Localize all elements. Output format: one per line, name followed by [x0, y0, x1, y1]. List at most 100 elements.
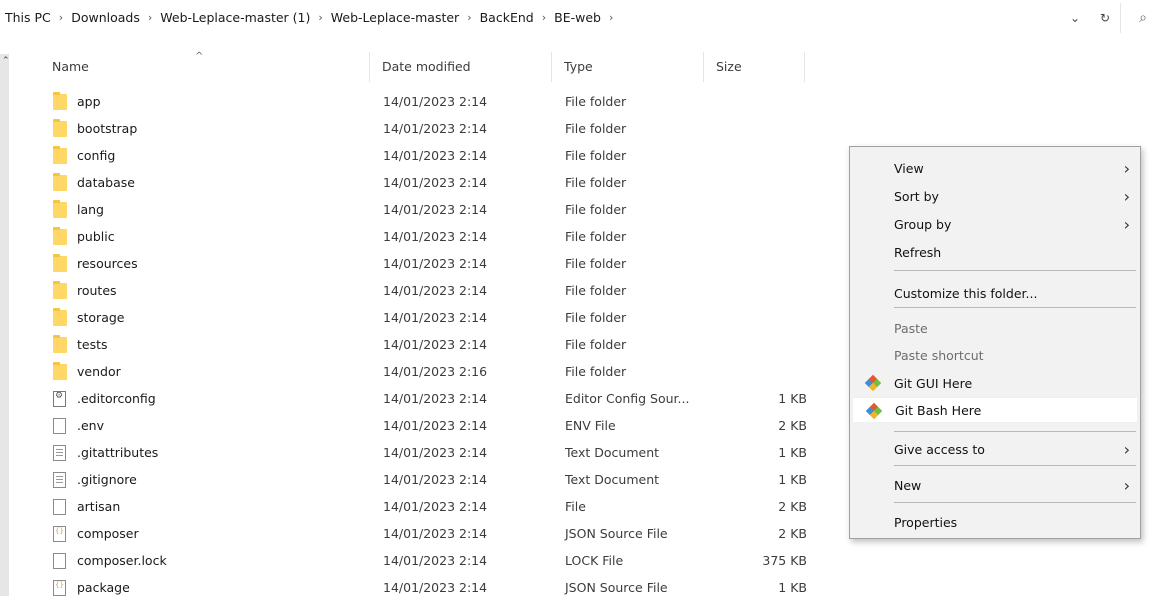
file-date: 14/01/2023 2:14 — [383, 418, 488, 433]
file-row[interactable]: composer 14/01/2023 2:14 JSON Source File 2… — [40, 520, 810, 547]
menu-item-group-by[interactable]: Group by › — [852, 211, 1138, 237]
address-bar[interactable]: This PC › Downloads › Web-Leplace-master (… — [0, 0, 1165, 40]
menu-item-paste-shortcut[interactable]: Paste shortcut — [852, 342, 1138, 368]
chevron-right-icon[interactable]: › — [604, 11, 618, 24]
file-name: .gitattributes — [77, 445, 159, 460]
breadcrumb-item[interactable]: This PC — [2, 10, 54, 25]
file-row[interactable]: routes 14/01/2023 2:14 File folder — [40, 277, 810, 304]
file-date: 14/01/2023 2:14 — [383, 310, 488, 325]
menu-item-paste[interactable]: Paste — [852, 315, 1138, 341]
collapse-arrow-icon[interactable]: ⌃ — [2, 56, 10, 66]
file-row[interactable]: tests 14/01/2023 2:14 File folder — [40, 331, 810, 358]
navigation-pane-scrollbar[interactable] — [0, 54, 9, 596]
chevron-right-icon[interactable]: › — [143, 11, 157, 24]
context-menu: View › Sort by › Group by › Refresh Customize t… — [849, 146, 1141, 539]
file-date: 14/01/2023 2:16 — [383, 364, 488, 379]
chevron-right-icon[interactable]: › — [462, 11, 476, 24]
file-row[interactable]: app 14/01/2023 2:14 File folder — [40, 88, 810, 115]
json-file-icon — [53, 525, 66, 542]
menu-item-sort-by[interactable]: Sort by › — [852, 183, 1138, 209]
address-dropdown-button[interactable]: ⌄ — [1060, 3, 1090, 33]
file-row[interactable]: composer.lock 14/01/2023 2:14 LOCK File 375… — [40, 547, 810, 574]
search-icon: ⌕ — [1139, 10, 1147, 26]
file-type: LOCK File — [565, 553, 624, 568]
file-row[interactable]: database 14/01/2023 2:14 File folder — [40, 169, 810, 196]
folder-icon — [53, 172, 67, 191]
breadcrumb-item[interactable]: Web-Leplace-master (1) — [157, 10, 313, 25]
chevron-right-icon[interactable]: › — [313, 11, 327, 24]
column-header-date[interactable]: Date modified — [370, 52, 552, 82]
file-name: database — [77, 175, 135, 190]
refresh-button[interactable]: ↻ — [1090, 3, 1120, 33]
file-row[interactable]: .env 14/01/2023 2:14 ENV File 2 KB — [40, 412, 810, 439]
file-type: File folder — [565, 337, 627, 352]
menu-item-label: New — [894, 477, 922, 493]
menu-item-give-access-to[interactable]: Give access to › — [852, 436, 1138, 462]
menu-separator — [894, 465, 1136, 466]
file-row[interactable]: public 14/01/2023 2:14 File folder — [40, 223, 810, 250]
file-row[interactable]: config 14/01/2023 2:14 File folder — [40, 142, 810, 169]
menu-item-properties[interactable]: Properties — [852, 509, 1138, 535]
menu-item-view[interactable]: View › — [852, 155, 1138, 181]
file-row[interactable]: resources 14/01/2023 2:14 File folder — [40, 250, 810, 277]
file-type: File folder — [565, 175, 627, 190]
menu-item-label: Customize this folder... — [894, 285, 1038, 301]
file-date: 14/01/2023 2:14 — [383, 121, 488, 136]
column-header-size[interactable]: Size — [704, 52, 805, 82]
file-date: 14/01/2023 2:14 — [383, 445, 488, 460]
file-row[interactable]: .gitignore 14/01/2023 2:14 Text Document 1 … — [40, 466, 810, 493]
menu-item-label: View — [894, 160, 924, 176]
breadcrumb-item[interactable]: BE-web — [551, 10, 604, 25]
chevron-down-icon: ⌄ — [1069, 11, 1081, 25]
breadcrumb-item[interactable]: BackEnd — [477, 10, 537, 25]
file-name: tests — [77, 337, 108, 352]
json-file-icon — [53, 579, 66, 596]
file-type: Editor Config Sour... — [565, 391, 690, 406]
file-date: 14/01/2023 2:14 — [383, 256, 488, 271]
file-type: File folder — [565, 202, 627, 217]
menu-item-new[interactable]: New › — [852, 472, 1138, 498]
file-date: 14/01/2023 2:14 — [383, 148, 488, 163]
git-icon — [865, 402, 883, 420]
file-row[interactable]: storage 14/01/2023 2:14 File folder — [40, 304, 810, 331]
menu-item-label: Refresh — [894, 244, 942, 260]
search-box[interactable]: ⌕ — [1120, 3, 1165, 33]
file-date: 14/01/2023 2:14 — [383, 337, 488, 352]
menu-item-refresh[interactable]: Refresh — [852, 239, 1138, 265]
file-row[interactable]: package 14/01/2023 2:14 JSON Source File 1 … — [40, 574, 810, 601]
file-date: 14/01/2023 2:14 — [383, 499, 488, 514]
file-row[interactable]: artisan 14/01/2023 2:14 File 2 KB — [40, 493, 810, 520]
file-size: 1 KB — [778, 445, 807, 460]
chevron-right-icon: › — [1123, 214, 1130, 234]
column-header-name[interactable]: Name ^ — [40, 51, 370, 82]
file-row[interactable]: .editorconfig 14/01/2023 2:14 Editor Confi… — [40, 385, 810, 412]
breadcrumb-item[interactable]: Web-Leplace-master — [328, 10, 462, 25]
file-row[interactable]: bootstrap 14/01/2023 2:14 File folder — [40, 115, 810, 142]
file-size: 1 KB — [778, 472, 807, 487]
chevron-right-icon[interactable]: › — [54, 11, 68, 24]
file-name: public — [77, 229, 115, 244]
menu-item-customize-this-folder[interactable]: Customize this folder... — [852, 280, 1138, 306]
menu-item-git-gui-here[interactable]: Git GUI Here — [852, 370, 1138, 396]
file-row[interactable]: vendor 14/01/2023 2:16 File folder — [40, 358, 810, 385]
breadcrumb-item[interactable]: Downloads — [68, 10, 143, 25]
chevron-right-icon[interactable]: › — [537, 11, 551, 24]
folder-icon — [53, 226, 67, 245]
file-row[interactable]: .gitattributes 14/01/2023 2:14 Text Docume… — [40, 439, 810, 466]
menu-item-label: Properties — [894, 514, 958, 530]
column-header-type[interactable]: Type — [552, 52, 704, 82]
menu-item-git-bash-here[interactable]: Git Bash Here — [852, 397, 1138, 423]
file-type: JSON Source File — [565, 526, 668, 541]
file-row[interactable]: lang 14/01/2023 2:14 File folder — [40, 196, 810, 223]
menu-separator — [894, 307, 1136, 308]
file-type: File folder — [565, 256, 627, 271]
file-date: 14/01/2023 2:14 — [383, 472, 488, 487]
menu-separator — [894, 431, 1136, 432]
file-name: config — [77, 148, 116, 163]
file-name: .env — [77, 418, 104, 433]
menu-item-label: Git GUI Here — [894, 375, 973, 391]
file-size: 1 KB — [778, 580, 807, 595]
file-date: 14/01/2023 2:14 — [383, 283, 488, 298]
column-header-row: Name ^ Date modified Type Size — [40, 51, 805, 82]
folder-icon — [53, 280, 67, 299]
